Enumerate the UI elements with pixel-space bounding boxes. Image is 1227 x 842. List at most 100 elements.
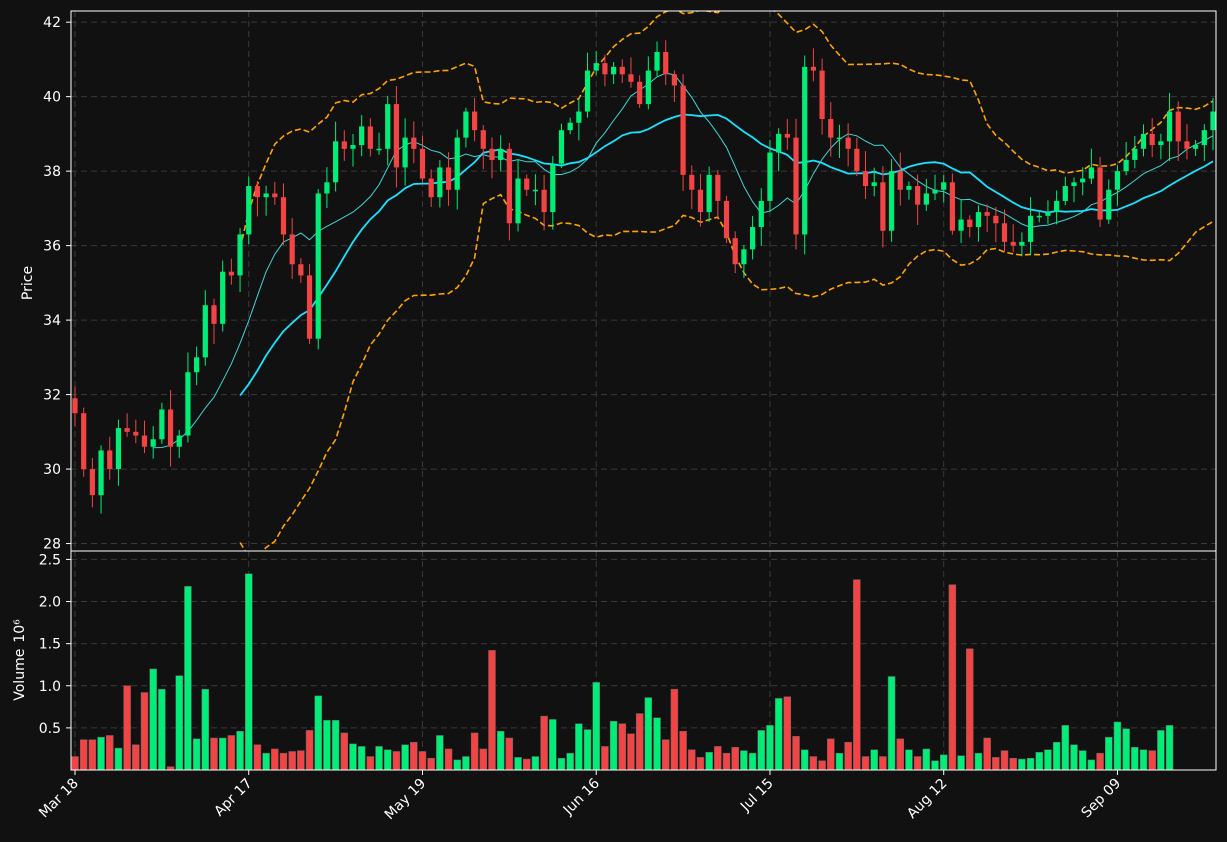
candle-body — [854, 148, 860, 172]
candle-body — [941, 182, 947, 190]
candle-body — [176, 435, 182, 447]
volume-bar — [896, 738, 904, 771]
volume-bar — [1087, 759, 1096, 771]
candle-body — [1036, 215, 1042, 218]
volume-bar — [627, 733, 635, 771]
volume-bar — [549, 719, 557, 771]
candle-body — [324, 182, 330, 194]
candle-body — [1158, 141, 1164, 146]
volume-bar — [800, 749, 809, 771]
candle-body — [984, 212, 990, 216]
volume-bar — [1105, 736, 1113, 771]
candle-body — [828, 119, 834, 138]
candle-body — [1106, 189, 1112, 220]
volume-bar — [774, 698, 783, 771]
volume-bar — [601, 746, 609, 771]
candle — [246, 176, 252, 245]
volume-bar — [1035, 752, 1043, 771]
candle-body — [498, 148, 504, 160]
candle-body — [341, 141, 347, 149]
candle-body — [428, 178, 434, 198]
candle-body — [584, 70, 591, 112]
volume-bar — [192, 738, 201, 771]
candle — [315, 188, 321, 350]
volume-bar — [1000, 750, 1009, 771]
volume-bar — [488, 650, 496, 771]
candle-body — [133, 431, 139, 436]
volume-bar — [835, 752, 844, 771]
volume-bar — [1009, 757, 1017, 771]
volume-bar — [1061, 725, 1070, 771]
volume-bar — [818, 760, 826, 771]
candle-body — [246, 186, 252, 235]
candle-body — [532, 189, 539, 192]
candle-body — [975, 212, 982, 227]
volume-bar — [1026, 757, 1035, 771]
candle-body — [72, 398, 78, 414]
volume-bar — [227, 735, 236, 771]
volume-bar — [175, 675, 183, 771]
volume-bar — [288, 751, 296, 771]
volume-bar — [210, 737, 218, 771]
volume-bar — [583, 729, 592, 771]
volume-bar — [740, 750, 748, 771]
candle-body — [376, 148, 382, 151]
candle-body — [289, 234, 295, 265]
candle-body — [767, 152, 773, 201]
candle-body — [576, 111, 582, 123]
volume-bar — [470, 732, 479, 771]
candle-body — [89, 469, 95, 496]
volume-bar — [79, 739, 88, 771]
volume-bar — [462, 756, 470, 771]
candle-body — [1175, 111, 1181, 142]
candle — [1097, 156, 1103, 228]
candle-body — [367, 126, 373, 149]
candle-body — [263, 193, 269, 198]
candle-body — [107, 450, 113, 470]
volume-bar — [1052, 741, 1061, 771]
volume-bar — [696, 757, 705, 771]
candle-body — [141, 435, 148, 447]
volume-bar — [653, 717, 661, 771]
volume-bar — [783, 696, 792, 771]
candle — [888, 158, 895, 242]
volume-bar — [427, 757, 435, 771]
volume-bar — [444, 748, 453, 771]
candle-body — [1010, 241, 1016, 246]
candle-body — [115, 428, 122, 470]
volume-bar — [844, 741, 852, 771]
volume-bar — [392, 751, 401, 771]
candle-body — [159, 409, 165, 440]
volume-bar — [305, 730, 314, 771]
candle-body — [402, 137, 408, 168]
candle-body — [819, 70, 825, 119]
volume-bar — [609, 720, 618, 771]
candle-body — [437, 167, 443, 198]
volume-bar — [1148, 750, 1156, 771]
volume-bar — [714, 746, 722, 771]
volume-bar — [384, 749, 392, 771]
candle-body — [1140, 133, 1147, 149]
volume-bar — [279, 752, 288, 771]
volume-bar — [722, 752, 731, 771]
volume-bar — [557, 757, 566, 771]
candle-body — [758, 200, 764, 227]
volume-axis-label: Volume 10⁶ — [12, 619, 28, 701]
price-tick-label: 28 — [43, 537, 61, 553]
candle-body — [515, 178, 521, 224]
candle — [558, 123, 565, 169]
volume-bar — [410, 741, 418, 771]
candle-body — [663, 51, 669, 75]
candle-body — [802, 66, 808, 235]
volume-bar — [349, 743, 357, 771]
candle-body — [932, 189, 938, 194]
volume-bar — [453, 759, 461, 771]
volume-tick-label: 1.5 — [39, 637, 61, 653]
candle-body — [741, 249, 747, 265]
candle-body — [993, 215, 999, 224]
volume-bar — [401, 744, 409, 771]
volume-bar — [1122, 728, 1130, 771]
volume-tick-label: 2.5 — [39, 552, 61, 568]
volume-bar — [1113, 721, 1122, 771]
candle — [306, 264, 313, 344]
